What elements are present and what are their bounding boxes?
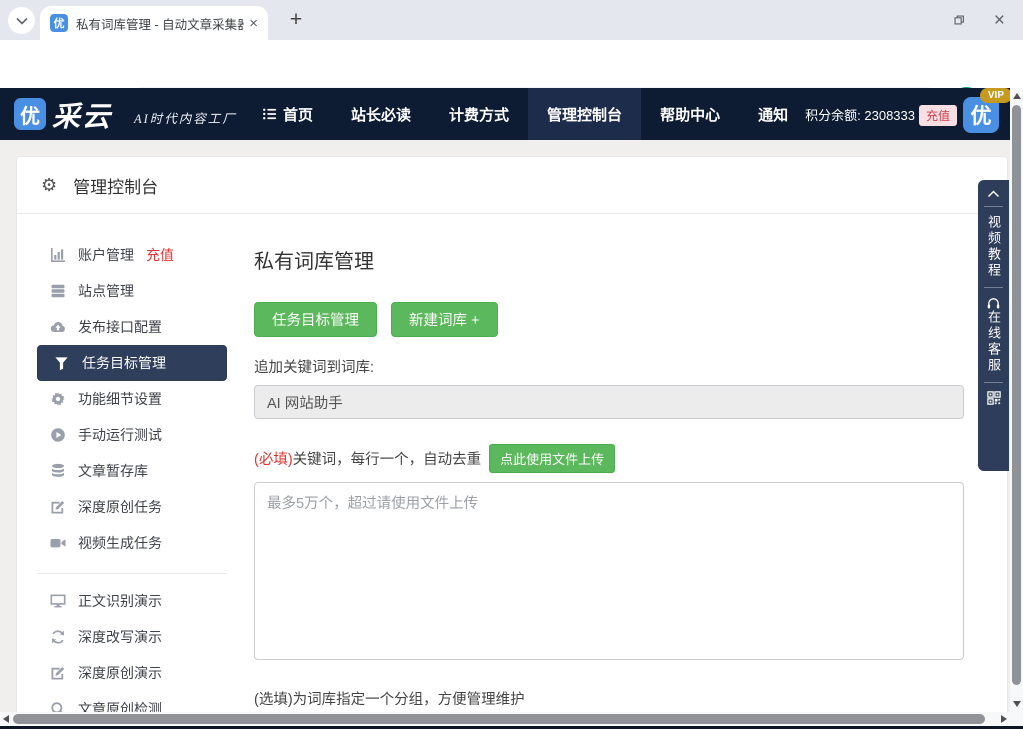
browser-tabstrip: 优 私有词库管理 - 自动文章采集器 × + ×	[0, 0, 1023, 40]
scroll-left-arrow[interactable]	[3, 715, 9, 723]
scroll-down-arrow[interactable]	[1013, 701, 1021, 707]
tab-search-button[interactable]	[8, 7, 35, 34]
sidebar-item-account[interactable]: 账户管理 充值	[37, 237, 227, 273]
sidebar-item-video-task[interactable]: 视频生成任务	[37, 525, 227, 561]
section-title: 私有词库管理	[254, 241, 964, 274]
main-content: 私有词库管理 任务目标管理 新建词库 + 追加关键词到词库: (必填) 关键词，…	[254, 241, 964, 729]
cloud-upload-icon	[49, 319, 66, 336]
nav-menu: 首页 站长必读 计费方式 管理控制台 帮助中心 通知	[243, 88, 807, 140]
gear-icon: ⚙	[41, 175, 57, 196]
keywords-hint: 关键词，每行一个，自动去重	[293, 448, 482, 469]
edit-icon	[49, 499, 66, 516]
monitor-icon	[49, 593, 66, 610]
page-title: 管理控制台	[73, 173, 158, 198]
online-support-link[interactable]: 在线客服	[984, 310, 1003, 374]
sidebar-item-feature-settings[interactable]: 功能细节设置	[37, 381, 227, 417]
scroll-up-arrow[interactable]	[1013, 93, 1021, 99]
tab-close-icon[interactable]: ×	[247, 14, 260, 33]
scroll-right-arrow[interactable]	[1001, 715, 1007, 723]
browser-addressbar: ← → ucaiyun.com/caiji/private_dict/?doma…	[0, 40, 1023, 88]
floating-side-widget: 视频教程 在线客服	[978, 180, 1009, 471]
widget-divider	[984, 206, 1003, 207]
bar-chart-icon	[49, 247, 66, 264]
headset-icon	[986, 296, 1001, 310]
vertical-scrollbar[interactable]	[1010, 88, 1023, 712]
screen: 优 私有词库管理 - 自动文章采集器 × + × ← → ucaiyun.com…	[0, 0, 1023, 729]
restore-icon	[952, 13, 966, 27]
recharge-link[interactable]: 充值	[146, 245, 174, 265]
vip-badge: VIP	[980, 88, 1012, 103]
sidebar-item-article-buffer[interactable]: 文章暂存库	[37, 453, 227, 489]
database-icon	[49, 463, 66, 480]
sidebar-item-publish-api[interactable]: 发布接口配置	[37, 309, 227, 345]
sidebar-divider	[37, 573, 227, 574]
refresh-icon	[49, 629, 66, 646]
sidebar-item-deep-original-task[interactable]: 深度原创任务	[37, 489, 227, 525]
credits-balance: 积分余额: 2308333	[805, 88, 915, 140]
chevron-down-icon	[16, 17, 28, 25]
sidebar-item-deep-rewrite-demo[interactable]: 深度改写演示	[37, 619, 227, 655]
widget-divider	[984, 382, 1003, 383]
nav-item-console[interactable]: 管理控制台	[528, 88, 641, 140]
vertical-scroll-thumb[interactable]	[1012, 105, 1021, 685]
gears-icon	[49, 391, 66, 408]
required-marker: (必填)	[254, 448, 293, 469]
video-icon	[49, 535, 66, 552]
browser-tab[interactable]: 优 私有词库管理 - 自动文章采集器 ×	[40, 6, 268, 40]
horizontal-scrollbar[interactable]	[0, 712, 1010, 726]
keywords-instruction: (必填) 关键词，每行一个，自动去重 点此使用文件上传	[254, 444, 964, 473]
tab-title: 私有词库管理 - 自动文章采集器	[76, 14, 244, 33]
sidebar-item-body-recognition-demo[interactable]: 正文识别演示	[37, 583, 227, 619]
action-buttons: 任务目标管理 新建词库 +	[254, 302, 964, 337]
restore-button[interactable]	[952, 13, 966, 27]
qr-code-icon[interactable]	[987, 391, 1001, 405]
sidebar-item-manual-test[interactable]: 手动运行测试	[37, 417, 227, 453]
horizontal-scroll-thumb[interactable]	[13, 714, 985, 724]
site-logo-icon[interactable]: 优	[14, 98, 46, 130]
append-keywords-label: 追加关键词到词库:	[254, 356, 964, 377]
sidebar-item-deep-original-demo[interactable]: 深度原创演示	[37, 655, 227, 691]
new-tab-button[interactable]: +	[282, 6, 310, 34]
sidebar-item-sites[interactable]: 站点管理	[37, 273, 227, 309]
nav-item-help[interactable]: 帮助中心	[641, 88, 739, 140]
server-icon	[49, 283, 66, 300]
nav-item-pricing[interactable]: 计费方式	[430, 88, 528, 140]
site-navbar: 优 采云 AI时代内容工厂 首页 站长必读 计费方式 管理控制台 帮助中心 通知…	[0, 88, 1023, 140]
nav-item-home[interactable]: 首页	[243, 88, 332, 140]
dictionary-name-field[interactable]	[254, 385, 964, 419]
task-targets-button[interactable]: 任务目标管理	[254, 302, 377, 337]
widget-divider	[984, 287, 1003, 288]
new-dictionary-button[interactable]: 新建词库 +	[391, 302, 498, 337]
site-tagline: AI时代内容工厂	[134, 108, 237, 127]
window-controls: ×	[924, 0, 1017, 40]
sidebar: 账户管理 充值 站点管理 发布接口配置 任务目标管理 功能细节设置 手动运	[37, 237, 227, 727]
group-hint-label: (选填)为词库指定一个分组，方便管理维护	[254, 688, 964, 709]
funnel-icon	[53, 355, 70, 372]
nav-item-notice[interactable]: 通知	[739, 88, 807, 140]
site-favicon: 优	[50, 14, 68, 32]
edit-icon	[49, 665, 66, 682]
collapse-chevron-icon[interactable]	[987, 189, 1000, 198]
video-tutorial-link[interactable]: 视频教程	[984, 215, 1003, 279]
scrollbar-corner	[1010, 712, 1023, 726]
content-card: ⚙ 管理控制台 账户管理 充值 站点管理 发布接口配置 任务目标管理	[16, 156, 1008, 729]
nav-item-must-read[interactable]: 站长必读	[332, 88, 430, 140]
page-header: ⚙ 管理控制台	[17, 157, 1007, 214]
recharge-badge[interactable]: 充值	[919, 105, 957, 126]
list-icon	[262, 107, 277, 121]
file-upload-button[interactable]: 点此使用文件上传	[489, 444, 615, 473]
sidebar-item-task-targets[interactable]: 任务目标管理	[37, 345, 227, 381]
keywords-textarea[interactable]	[254, 482, 964, 660]
close-window-button[interactable]: ×	[994, 11, 1005, 30]
site-logo-text[interactable]: 采云	[52, 95, 112, 135]
play-icon	[49, 427, 66, 444]
